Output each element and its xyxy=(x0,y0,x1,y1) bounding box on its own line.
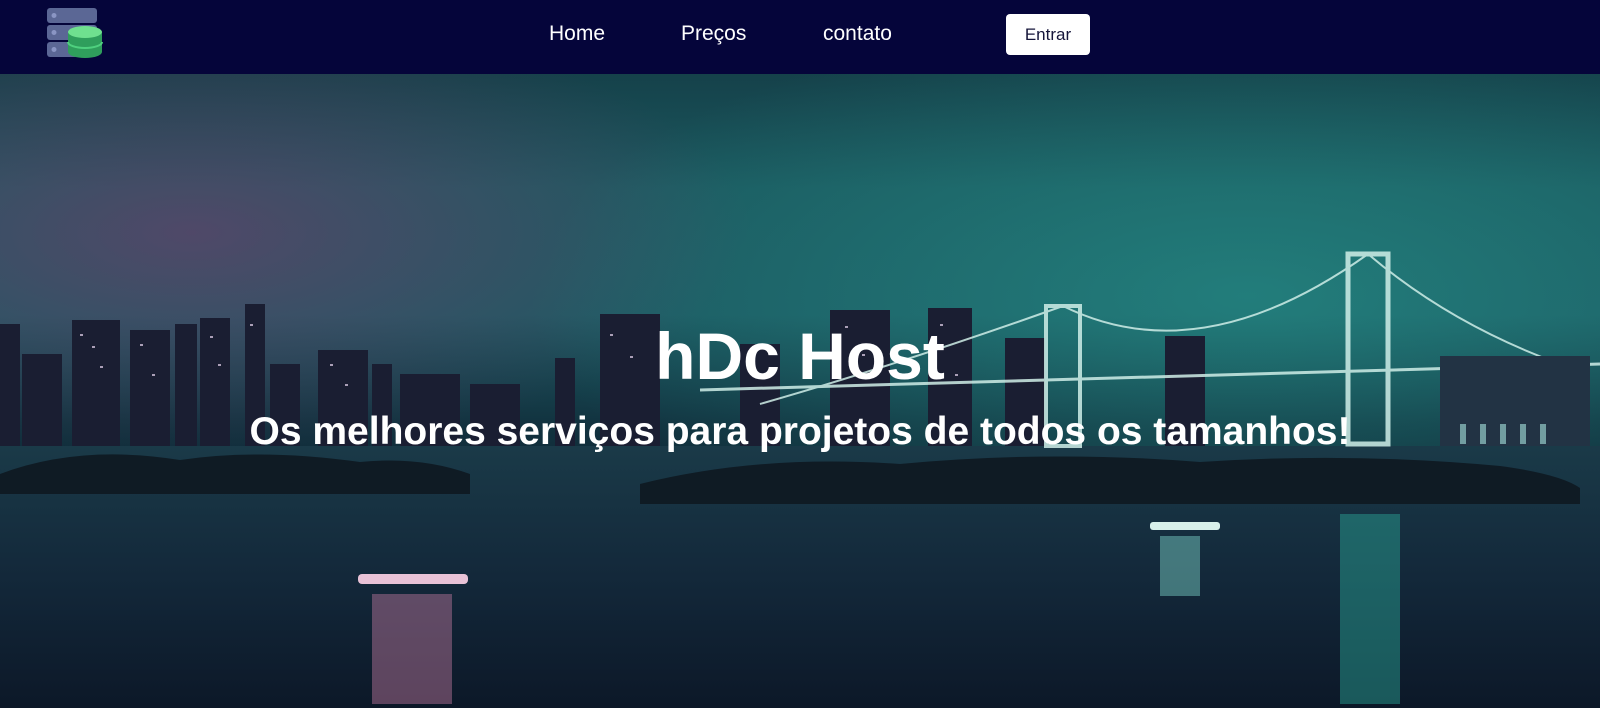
nav-link-precos[interactable]: Preços xyxy=(681,20,746,48)
hero-title: hDc Host xyxy=(655,319,945,393)
login-button[interactable]: Entrar xyxy=(1006,14,1090,55)
top-navbar: Home Preços contato Entrar xyxy=(0,0,1600,74)
nav-link-home[interactable]: Home xyxy=(549,20,605,48)
hero-subtitle: Os melhores serviços para projetos de to… xyxy=(249,410,1351,453)
main-nav: Home Preços contato xyxy=(0,0,1600,74)
nav-link-contato[interactable]: contato xyxy=(823,20,892,48)
hero-section: hDc Host Os melhores serviços para proje… xyxy=(0,74,1600,708)
